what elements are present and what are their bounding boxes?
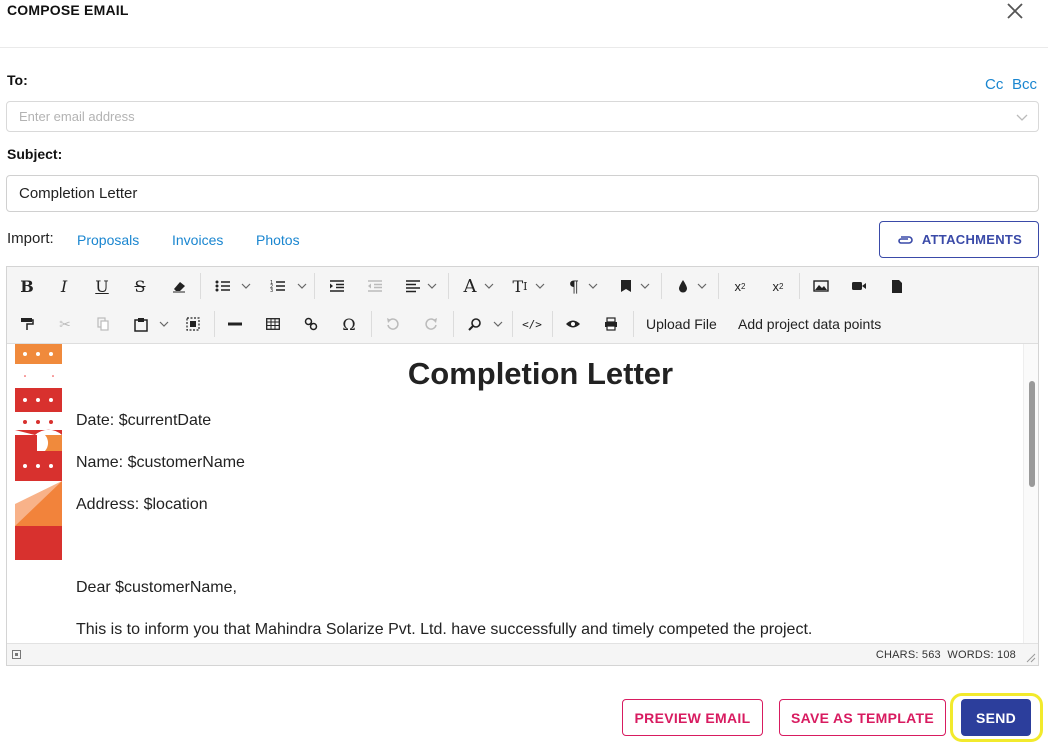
image-icon[interactable]	[809, 267, 833, 305]
editor-toolbar: B I U S 123 A T I ¶ x 2 x 2 ✂ Ω </> Uplo…	[7, 267, 1038, 344]
attachments-label: ATTACHMENTS	[921, 232, 1023, 247]
subject-label: Subject:	[7, 146, 63, 162]
underline-icon[interactable]: U	[90, 267, 114, 305]
video-icon[interactable]	[847, 267, 871, 305]
document-address-line: Address: $location	[76, 496, 208, 513]
save-as-template-button[interactable]: SAVE AS TEMPLATE	[779, 699, 946, 736]
cut-icon[interactable]: ✂	[53, 305, 77, 343]
word-count: WORDS: 108	[947, 649, 1016, 661]
scrollbar-thumb[interactable]	[1029, 381, 1035, 487]
select-all-icon[interactable]	[181, 305, 205, 343]
subject-input[interactable]	[7, 176, 1007, 211]
resize-handle-icon[interactable]	[1026, 653, 1036, 663]
editor-content[interactable]: Completion Letter Date: $currentDate Nam…	[7, 344, 1038, 643]
table-icon[interactable]	[261, 305, 285, 343]
editor-status-bar: CHARS: 563 WORDS: 108	[7, 643, 1038, 665]
horizontal-line-icon[interactable]	[223, 305, 247, 343]
character-word-count: CHARS: 563 WORDS: 108	[876, 649, 1016, 661]
import-photos-link[interactable]: Photos	[256, 232, 300, 248]
redo-icon[interactable]	[419, 305, 443, 343]
to-label: To:	[7, 72, 28, 88]
modal-title: COMPOSE EMAIL	[7, 2, 129, 18]
align-icon[interactable]	[401, 267, 425, 305]
chevron-down-icon[interactable]	[535, 267, 545, 305]
upload-file-button[interactable]: Upload File	[646, 305, 717, 343]
modal-header: COMPOSE EMAIL	[0, 0, 1048, 48]
chevron-down-icon[interactable]	[1015, 110, 1029, 124]
expand-icon[interactable]	[12, 650, 21, 659]
chevron-down-icon[interactable]	[493, 305, 503, 343]
find-icon[interactable]	[463, 305, 487, 343]
chevron-down-icon[interactable]	[159, 305, 169, 343]
undo-icon[interactable]	[381, 305, 405, 343]
document-date-line: Date: $currentDate	[76, 412, 212, 429]
preview-icon[interactable]	[561, 305, 585, 343]
chevron-down-icon[interactable]	[297, 267, 307, 305]
to-field[interactable]	[6, 101, 1039, 132]
paste-icon[interactable]	[129, 305, 153, 343]
chevron-down-icon[interactable]	[241, 267, 251, 305]
document-heading: Completion Letter	[407, 356, 674, 391]
letterhead-graphic	[15, 344, 62, 560]
to-input[interactable]	[7, 102, 967, 131]
eraser-icon[interactable]	[167, 267, 191, 305]
strikethrough-icon[interactable]: S	[128, 267, 152, 305]
document-name-line: Name: $customerName	[76, 454, 245, 471]
svg-text:3: 3	[270, 288, 273, 293]
format-block-icon[interactable]	[614, 267, 638, 305]
indent-icon[interactable]	[325, 267, 349, 305]
attachments-button[interactable]: ATTACHMENTS	[879, 221, 1039, 258]
outdent-icon[interactable]	[363, 267, 387, 305]
code-view-icon[interactable]: </>	[520, 305, 544, 343]
paint-format-icon[interactable]	[15, 305, 39, 343]
preview-email-button[interactable]: PREVIEW EMAIL	[622, 699, 763, 736]
subscript-icon[interactable]: x2	[766, 267, 790, 305]
toolbar-row-1: B I U S 123 A T I ¶ x 2 x 2	[7, 267, 1038, 305]
import-label: Import:	[7, 230, 54, 247]
bcc-link[interactable]: Bcc	[1012, 76, 1037, 93]
link-icon[interactable]	[299, 305, 323, 343]
rich-text-editor: B I U S 123 A T I ¶ x 2 x 2 ✂ Ω </> Uplo…	[6, 266, 1039, 666]
font-family-icon[interactable]: A	[458, 267, 482, 305]
file-icon[interactable]	[885, 267, 909, 305]
bold-icon[interactable]: B	[15, 267, 39, 305]
italic-icon[interactable]: I	[52, 267, 76, 305]
font-size-icon[interactable]: TI	[508, 267, 532, 305]
copy-icon[interactable]	[91, 305, 115, 343]
add-project-data-points-button[interactable]: Add project data points	[738, 305, 881, 343]
superscript-icon[interactable]: x2	[728, 267, 752, 305]
paragraph-icon[interactable]: ¶	[562, 267, 586, 305]
bullet-list-icon[interactable]	[211, 267, 235, 305]
chevron-down-icon[interactable]	[697, 267, 707, 305]
subject-field[interactable]	[6, 175, 1039, 212]
omega-icon[interactable]: Ω	[337, 305, 361, 343]
cc-link[interactable]: Cc	[985, 76, 1003, 93]
char-count: CHARS: 563	[875, 649, 941, 661]
chevron-down-icon[interactable]	[640, 267, 650, 305]
paperclip-icon	[898, 235, 913, 244]
send-button[interactable]: SEND	[961, 699, 1031, 736]
chevron-down-icon[interactable]	[484, 267, 494, 305]
editor-scrollbar[interactable]	[1023, 344, 1038, 643]
document-body-text: This is to inform you that Mahindra Sola…	[76, 621, 813, 638]
close-icon[interactable]	[1004, 0, 1026, 22]
color-icon[interactable]	[671, 267, 695, 305]
numbered-list-icon[interactable]: 123	[266, 267, 290, 305]
chevron-down-icon[interactable]	[588, 267, 598, 305]
import-proposals-link[interactable]: Proposals	[77, 232, 139, 248]
chevron-down-icon[interactable]	[427, 267, 437, 305]
print-icon[interactable]	[599, 305, 623, 343]
import-invoices-link[interactable]: Invoices	[172, 232, 223, 248]
toolbar-row-2: ✂ Ω </> Upload File Add project data poi…	[7, 305, 1038, 343]
document-greeting: Dear $customerName,	[76, 579, 237, 596]
